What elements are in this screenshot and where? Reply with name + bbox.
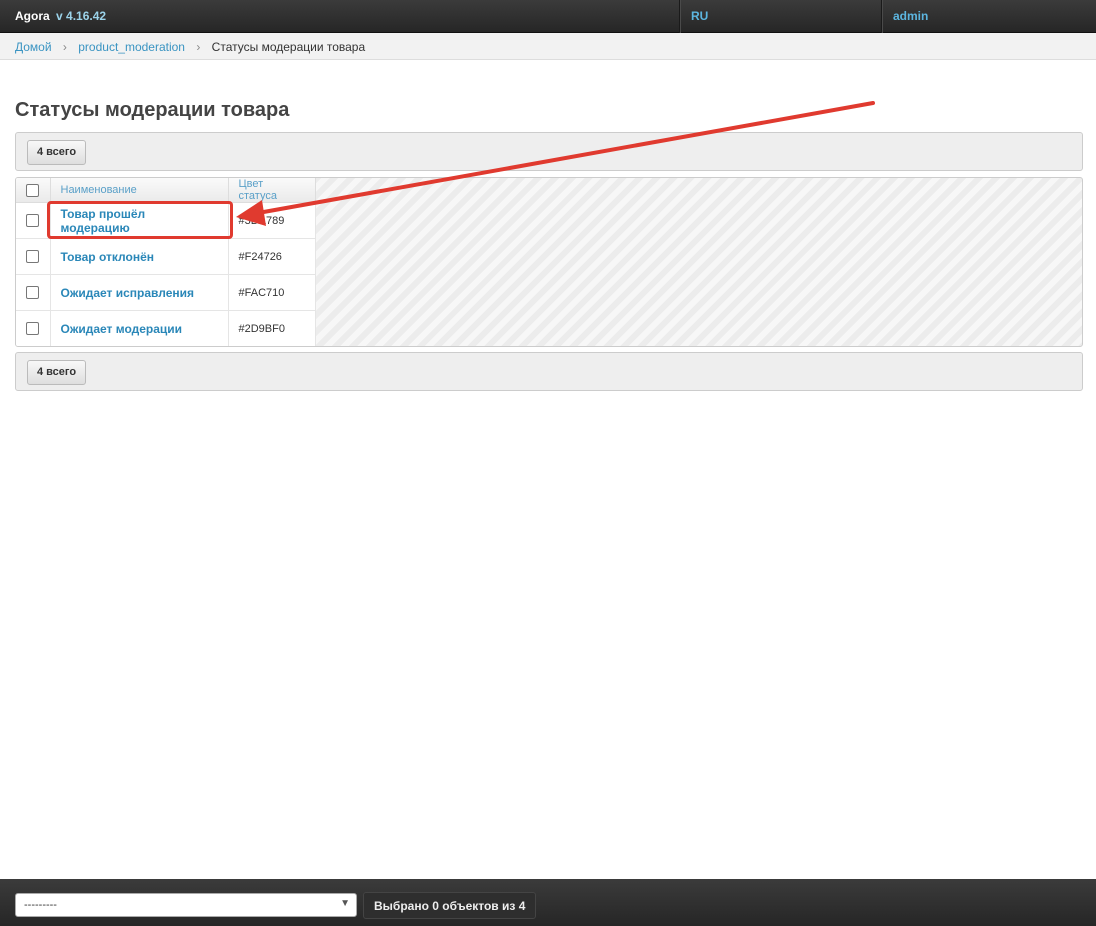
select-all-checkbox[interactable]	[26, 183, 40, 197]
row-color-cell: #FAC710	[228, 274, 316, 311]
row-name-cell: Ожидает исправления	[50, 274, 229, 311]
language-switcher[interactable]: RU	[679, 0, 881, 33]
brand-name[interactable]: Agora	[15, 9, 50, 23]
breadcrumb-home[interactable]: Домой	[15, 40, 52, 54]
row-name-cell: Товар отклонён	[50, 238, 229, 275]
row-checkbox[interactable]	[26, 214, 40, 227]
table-row: Товар отклонён #F24726	[16, 238, 316, 275]
brand[interactable]: Agora v 4.16.42	[15, 9, 106, 23]
show-all-button[interactable]: 4 всего	[27, 360, 87, 385]
breadcrumb-current: Статусы модерации товара	[211, 40, 366, 54]
row-select-cell	[16, 202, 51, 239]
brand-version: v 4.16.42	[56, 9, 107, 23]
show-all-button[interactable]: 4 всего	[27, 140, 87, 165]
column-header-color[interactable]: Цвет статуса	[228, 178, 316, 203]
paginator-top: 4 всего	[15, 132, 1083, 171]
breadcrumb: Домой › product_moderation › Статусы мод…	[0, 33, 1096, 60]
annotation-highlight-box	[47, 201, 233, 239]
row-color-cell: #3DA789	[228, 202, 316, 239]
row-checkbox[interactable]	[26, 322, 40, 335]
action-select[interactable]: --------- ▼	[15, 893, 357, 917]
breadcrumb-separator-icon: ›	[196, 40, 201, 54]
row-name-cell: Ожидает модерации	[50, 310, 229, 346]
breadcrumb-separator-icon: ›	[62, 40, 67, 54]
row-select-cell	[16, 274, 51, 311]
column-header-name[interactable]: Наименование	[50, 178, 229, 203]
row-name-link[interactable]: Ожидает исправления	[61, 286, 195, 300]
table-row: Ожидает исправления #FAC710	[16, 274, 316, 311]
row-select-cell	[16, 310, 51, 346]
row-color-cell: #2D9BF0	[228, 310, 316, 346]
breadcrumb-section[interactable]: product_moderation	[78, 40, 185, 54]
table-row: Ожидает модерации #2D9BF0	[16, 310, 316, 346]
user-menu[interactable]: admin	[881, 0, 1096, 33]
page-title: Статусы модерации товара	[15, 99, 290, 121]
row-name-link[interactable]: Товар отклонён	[61, 250, 155, 264]
table-header-row: Наименование Цвет статуса	[16, 178, 316, 203]
row-color-cell: #F24726	[228, 238, 316, 275]
actions-bar: --------- ▼ Выбрано 0 объектов из 4	[0, 879, 1096, 926]
action-select-value: ---------	[24, 899, 57, 911]
chevron-down-icon: ▼	[340, 898, 350, 909]
row-name-link[interactable]: Ожидает модерации	[61, 322, 183, 336]
row-select-cell	[16, 238, 51, 275]
selected-counter: Выбрано 0 объектов из 4	[363, 892, 537, 919]
paginator-bottom: 4 всего	[15, 352, 1083, 391]
top-header: Agora v 4.16.42 RU admin	[0, 0, 1096, 33]
row-checkbox[interactable]	[26, 250, 40, 263]
select-all-header	[16, 178, 51, 203]
row-checkbox[interactable]	[26, 286, 40, 299]
